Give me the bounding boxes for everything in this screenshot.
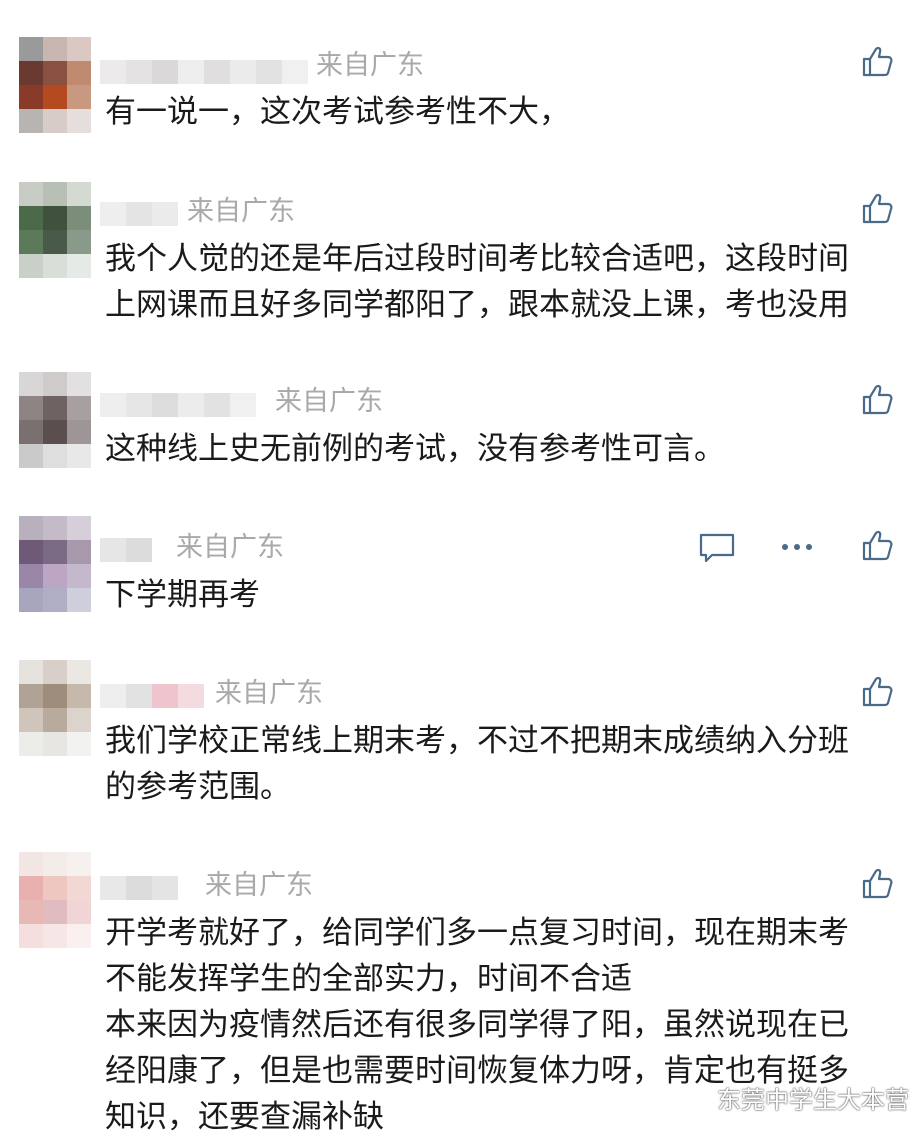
thumbs-up-icon[interactable] xyxy=(860,866,894,900)
nickname-blurred[interactable] xyxy=(100,202,178,226)
comment-text: 下学期再考 xyxy=(105,577,260,613)
comment-text: 有一说一，这次考试参考性不大， xyxy=(105,94,570,130)
thumbs-up-icon[interactable] xyxy=(860,382,894,416)
avatar[interactable] xyxy=(19,852,91,948)
comment-text: 我个人觉的还是年后过段时间考比较合适吧，这段时间 上网课而且好多同学都阳了，跟本… xyxy=(105,241,849,323)
location-label: 来自广东 xyxy=(187,196,295,227)
comment-text: 这种线上史无前例的考试，没有参考性可言。 xyxy=(105,431,725,467)
avatar[interactable] xyxy=(19,372,91,468)
thumbs-up-icon[interactable] xyxy=(860,674,894,708)
watermark-text: 东莞中学生大本营 xyxy=(717,1086,909,1114)
location-label: 来自广东 xyxy=(205,870,313,901)
watermark: 东莞中学生大本营 xyxy=(679,1080,909,1115)
wechat-icon xyxy=(680,1086,710,1109)
thumbs-up-icon[interactable] xyxy=(860,528,894,562)
avatar[interactable] xyxy=(19,37,91,133)
nickname-blurred[interactable] xyxy=(100,60,308,84)
nickname-blurred[interactable] xyxy=(100,876,178,900)
avatar[interactable] xyxy=(19,182,91,278)
avatar[interactable] xyxy=(19,660,91,756)
nickname-blurred[interactable] xyxy=(100,538,152,562)
location-label: 来自广东 xyxy=(316,50,424,81)
thumbs-up-icon[interactable] xyxy=(860,191,894,225)
avatar[interactable] xyxy=(19,516,91,612)
comment-text: 我们学校正常线上期末考，不过不把期末成绩纳入分班 的参考范围。 xyxy=(105,723,849,805)
nickname-blurred[interactable] xyxy=(100,684,204,708)
location-label: 来自广东 xyxy=(215,678,323,709)
location-label: 来自广东 xyxy=(176,532,284,563)
more-icon[interactable] xyxy=(780,540,814,554)
comment-icon[interactable] xyxy=(698,532,736,564)
location-label: 来自广东 xyxy=(275,386,383,417)
nickname-blurred[interactable] xyxy=(100,393,256,417)
thumbs-up-icon[interactable] xyxy=(860,44,894,78)
